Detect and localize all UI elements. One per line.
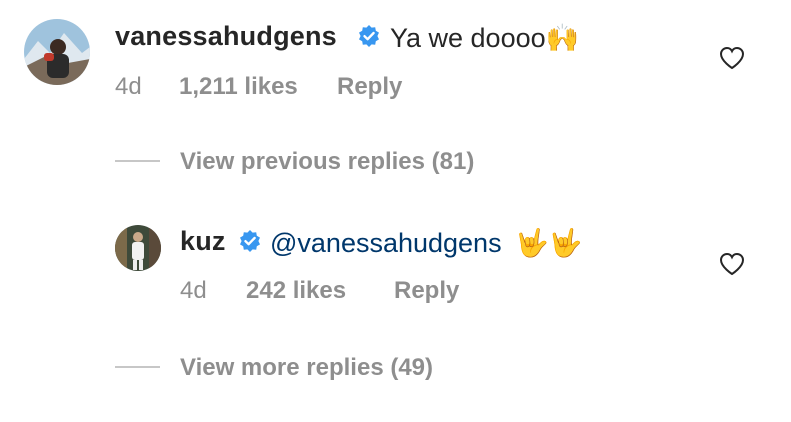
comment1-age: 4d — [115, 73, 142, 100]
like-heart-icon-1[interactable] — [719, 46, 745, 70]
comment2-age: 4d — [180, 277, 207, 304]
verified-badge-icon — [357, 24, 381, 48]
like-heart-icon-2[interactable] — [719, 252, 745, 276]
replies-divider-line — [115, 366, 160, 368]
view-more-replies-button[interactable]: View more replies (49) — [180, 354, 433, 382]
love-you-gesture-icon: 🤟🤟 — [515, 228, 583, 258]
comment2-reply-button[interactable]: Reply — [394, 277, 459, 305]
comment2-text: @vanessahudgens 🤟🤟 — [270, 227, 582, 259]
view-previous-replies-button[interactable]: View previous replies (81) — [180, 148, 474, 176]
comment1-text: Ya we doooo🙌 — [390, 22, 579, 54]
replies-divider-line — [115, 160, 160, 162]
comment1-text-body: Ya we doooo — [390, 23, 546, 53]
comment2-username[interactable]: kuz — [180, 226, 226, 257]
comment1-username[interactable]: vanessahudgens — [115, 21, 337, 52]
comment1-likes[interactable]: 1,211 likes — [179, 73, 298, 101]
verified-badge-icon — [238, 229, 262, 253]
comment2-likes[interactable]: 242 likes — [246, 277, 346, 305]
avatar-vanessahudgens[interactable] — [24, 19, 90, 85]
mention-link[interactable]: @vanessahudgens — [270, 228, 502, 258]
raising-hands-icon: 🙌 — [545, 23, 580, 53]
comment1-reply-button[interactable]: Reply — [337, 73, 402, 101]
avatar-kuz[interactable] — [115, 225, 161, 271]
